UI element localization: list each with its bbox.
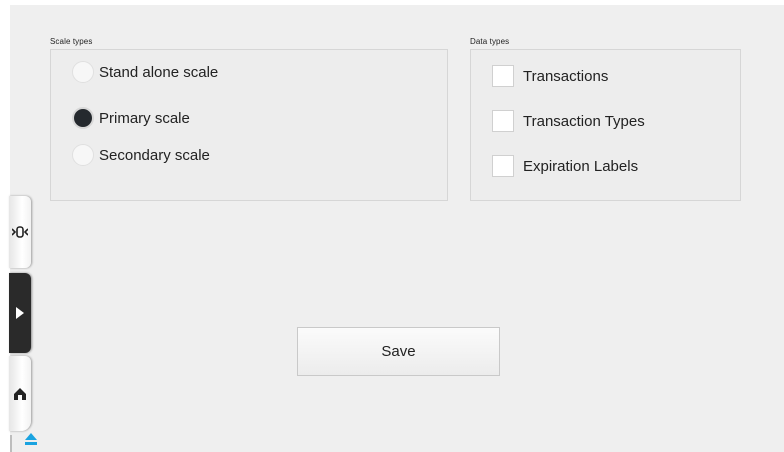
radio-primary-scale[interactable]: Primary scale — [72, 107, 190, 129]
home-tab[interactable] — [9, 356, 31, 431]
radio-label: Stand alone scale — [99, 63, 219, 81]
dock-edge — [10, 435, 12, 452]
scale-types-title: Scale types — [50, 37, 93, 46]
checkbox[interactable] — [492, 65, 514, 87]
play-icon — [16, 307, 24, 319]
play-tab[interactable] — [9, 273, 31, 353]
checkbox-label: Transactions — [523, 67, 609, 85]
data-types-group: Transactions Transaction Types Expiratio… — [470, 49, 741, 201]
radio-secondary-scale[interactable]: Secondary scale — [72, 144, 210, 166]
radio-button-selected[interactable] — [72, 107, 94, 129]
radio-label: Primary scale — [99, 109, 190, 127]
radio-stand-alone-scale[interactable]: Stand alone scale — [72, 61, 218, 83]
checkbox-transaction-types[interactable]: Transaction Types — [492, 110, 645, 132]
settings-screen: Scale types Stand alone scale Primary sc… — [10, 5, 784, 452]
data-types-title: Data types — [470, 37, 510, 46]
checkbox[interactable] — [492, 110, 514, 132]
scale-icon — [12, 226, 28, 238]
checkbox-label: Expiration Labels — [523, 157, 639, 175]
home-icon — [14, 387, 26, 400]
radio-label: Secondary scale — [99, 146, 210, 164]
checkbox[interactable] — [492, 155, 514, 177]
checkbox-expiration-labels[interactable]: Expiration Labels — [492, 155, 638, 177]
scale-types-group: Stand alone scale Primary scale Secondar… — [50, 49, 448, 201]
checkbox-transactions[interactable]: Transactions — [492, 65, 608, 87]
eject-icon[interactable] — [23, 431, 39, 447]
checkbox-label: Transaction Types — [523, 112, 645, 130]
left-dock — [0, 190, 37, 452]
save-button[interactable]: Save — [297, 327, 500, 376]
scale-tab[interactable] — [9, 196, 31, 268]
radio-button[interactable] — [72, 144, 94, 166]
radio-button[interactable] — [72, 61, 94, 83]
